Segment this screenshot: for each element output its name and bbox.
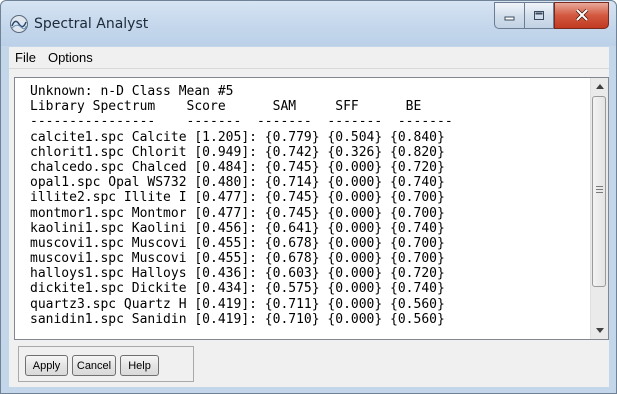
cancel-button[interactable]: Cancel <box>72 355 116 376</box>
report-line: chalcedo.spc Chalced [0.484]: {0.745} {0… <box>30 159 445 175</box>
report-line: kaolini1.spc Kaolini [0.456]: {0.641} {0… <box>30 220 445 236</box>
report-line: chlorit1.spc Chlorit [0.949]: {0.742} {0… <box>30 144 445 160</box>
arrow-up-icon <box>595 82 604 91</box>
report-line: quartz3.spc Quartz H [0.419]: {0.711} {0… <box>30 296 445 312</box>
report-line: Library Spectrum Score SAM SFF BE <box>30 99 422 115</box>
apply-button[interactable]: Apply <box>25 355 68 376</box>
report-line: sanidin1.spc Sanidin [0.419]: {0.710} {0… <box>30 311 445 327</box>
report-line: dickite1.spc Dickite [0.434]: {0.575} {0… <box>30 281 445 297</box>
report-line: muscovi1.spc Muscovi [0.455]: {0.678} {0… <box>30 251 445 267</box>
report-line: Unknown: n-D Class Mean #5 <box>30 84 234 99</box>
maximize-button[interactable] <box>524 2 554 29</box>
menu-file[interactable]: File <box>9 47 42 68</box>
report-line: muscovi1.spc Muscovi [0.455]: {0.678} {0… <box>30 235 445 251</box>
scroll-down-button[interactable] <box>591 322 608 339</box>
vertical-scrollbar[interactable] <box>590 78 608 339</box>
report-line <box>30 327 453 339</box>
menu-bar: File Options <box>9 47 609 69</box>
report-line: halloys1.spc Halloys [0.436]: {0.603} {0… <box>30 266 445 282</box>
report-line: opal1.spc Opal WS732 [0.480]: {0.714} {0… <box>30 175 445 191</box>
title-bar[interactable]: Spectral Analyst <box>1 1 616 46</box>
report-line: calcite1.spc Calcite [1.205]: {0.779} {0… <box>30 129 445 145</box>
scroll-thumb[interactable] <box>592 96 606 287</box>
window-title: Spectral Analyst <box>34 16 149 32</box>
help-button[interactable]: Help <box>120 355 159 376</box>
minimize-icon <box>504 6 516 25</box>
action-button-group: Apply Cancel Help <box>18 346 194 382</box>
close-icon <box>575 6 589 25</box>
report-line: ---------------- ------- ------- -------… <box>30 114 453 130</box>
maximize-icon <box>533 6 545 25</box>
report-line: illite2.spc Illite I [0.477]: {0.745} {0… <box>30 190 445 206</box>
arrow-down-icon <box>595 326 604 335</box>
spectral-analyst-icon[interactable] <box>9 14 29 34</box>
minimize-button[interactable] <box>494 2 524 29</box>
scroll-up-button[interactable] <box>591 78 608 95</box>
report-line: montmor1.spc Montmor [0.477]: {0.745} {0… <box>30 205 445 221</box>
results-text: Unknown: n-D Class Mean #5 Library Spectr… <box>30 84 453 339</box>
results-text-area[interactable]: Unknown: n-D Class Mean #5 Library Spectr… <box>14 77 609 340</box>
grip-icon <box>596 186 603 194</box>
close-button[interactable] <box>554 2 609 29</box>
menu-options[interactable]: Options <box>42 47 99 68</box>
